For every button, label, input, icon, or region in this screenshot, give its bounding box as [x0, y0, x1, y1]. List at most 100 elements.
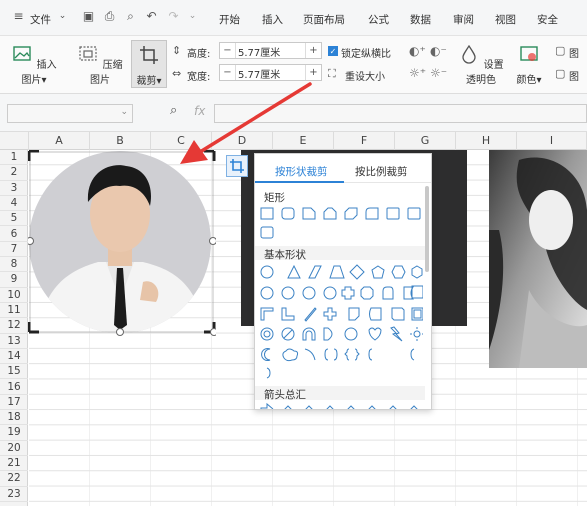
print-icon[interactable]: ⎙: [103, 10, 116, 23]
crop-shape-popup: 按形状裁剪 按比例裁剪 矩形 基本形状 箭头总汇: [254, 153, 432, 410]
shape-rounded-rect[interactable]: [281, 207, 295, 220]
tab-security[interactable]: 安全: [537, 12, 558, 27]
row-header[interactable]: 22: [0, 471, 28, 487]
tab-view[interactable]: 视图: [495, 12, 516, 27]
row-header[interactable]: 18: [0, 410, 28, 426]
row-header[interactable]: 7: [0, 242, 28, 258]
chevron-down-icon[interactable]: ⌄: [56, 10, 69, 23]
column-header[interactable]: H: [456, 132, 517, 150]
height-icon: ⇕: [172, 44, 182, 57]
row-header[interactable]: 4: [0, 196, 28, 212]
row-header[interactable]: 14: [0, 349, 28, 365]
shape-rect-c[interactable]: [407, 207, 421, 220]
section-rect-label: 矩形: [264, 192, 285, 204]
popup-scrollbar[interactable]: [425, 186, 429, 272]
tab-start[interactable]: 开始: [219, 12, 240, 27]
picture-effect-icon[interactable]: ▢: [555, 44, 565, 57]
annotation-arrow: [180, 82, 312, 164]
column-header[interactable]: A: [29, 132, 90, 150]
contrast-down-icon[interactable]: ◐⁻: [430, 44, 447, 58]
row-header[interactable]: 8: [0, 257, 28, 273]
column-header[interactable]: F: [334, 132, 395, 150]
section-basic-label: 基本形状: [264, 249, 306, 261]
height-increase-button[interactable]: +: [305, 43, 321, 58]
tab-data[interactable]: 数据: [410, 12, 431, 27]
select-all-corner[interactable]: [0, 132, 29, 150]
reset-size-icon[interactable]: ⛶: [328, 67, 336, 81]
height-value[interactable]: 5.77厘米: [238, 44, 280, 59]
shape-round-corner[interactable]: [365, 207, 379, 220]
row-header[interactable]: 12: [0, 318, 28, 334]
crop-label: 裁剪: [136, 76, 157, 87]
shape-rect-b[interactable]: [386, 207, 400, 220]
save-icon[interactable]: ▣: [82, 10, 95, 23]
color-label: 颜色: [516, 75, 537, 86]
brightness-down-icon[interactable]: ☼⁻: [430, 66, 447, 80]
row-header[interactable]: 16: [0, 380, 28, 395]
menu-bar: ≡ 文件 ⌄ ▣ ⎙ ⌕ ↶ ↷ ⌄ 开始 插入 页面布局 公式 数据 审阅 视…: [0, 0, 587, 36]
lock-ratio-label: 锁定纵横比: [341, 49, 391, 60]
height-decrease-button[interactable]: −: [220, 43, 236, 58]
row-header[interactable]: 3: [0, 181, 28, 196]
row-header[interactable]: 20: [0, 441, 28, 456]
basic-shapes-grid: [260, 264, 423, 379]
shape-snip-diagonal[interactable]: [344, 207, 358, 220]
color-button[interactable]: 颜色▾: [512, 43, 546, 86]
tab-review[interactable]: 审阅: [453, 12, 474, 27]
file-menu[interactable]: 文件: [30, 12, 51, 27]
row-header[interactable]: 9: [0, 272, 28, 288]
row-header[interactable]: 6: [0, 227, 28, 242]
row-header[interactable]: 21: [0, 456, 28, 472]
reset-size-label[interactable]: 重设大小: [345, 68, 385, 83]
rect-shapes-grid: [260, 207, 421, 239]
shape-snip-two[interactable]: [323, 207, 337, 220]
color-picture-icon: [520, 46, 538, 61]
shape-snip-corner[interactable]: [302, 207, 316, 220]
picture-icon: [13, 46, 32, 61]
name-box-dropdown-icon[interactable]: ⌄: [120, 107, 128, 117]
crop-icon: [140, 46, 158, 64]
row-header[interactable]: 15: [0, 364, 28, 380]
height-label: 高度:: [187, 49, 211, 60]
row-header[interactable]: 19: [0, 425, 28, 441]
name-box[interactable]: ⌄: [7, 104, 133, 123]
print-preview-icon[interactable]: ⌕: [124, 10, 137, 23]
quick-access-more-icon[interactable]: ⌄: [186, 10, 199, 23]
height-stepper[interactable]: − 5.77厘米 +: [219, 42, 322, 59]
set-transparent-button[interactable]: 设置透明色: [454, 43, 508, 86]
lock-ratio-checkbox[interactable]: ✓: [328, 46, 338, 56]
compress-icon: [79, 46, 98, 61]
row-header[interactable]: 13: [0, 334, 28, 349]
tab-insert[interactable]: 插入: [262, 12, 283, 27]
hamburger-icon[interactable]: ≡: [12, 10, 25, 23]
row-header[interactable]: 17: [0, 395, 28, 411]
row-header[interactable]: 1: [0, 150, 28, 166]
contrast-up-icon[interactable]: ◐⁺: [409, 44, 426, 58]
row-header[interactable]: 5: [0, 211, 28, 227]
row-header[interactable]: 2: [0, 165, 28, 181]
insert-picture-button[interactable]: 插入图片▾: [8, 43, 60, 86]
row-header[interactable]: 10: [0, 288, 28, 303]
tab-crop-by-ratio[interactable]: 按比例裁剪: [355, 164, 408, 179]
brightness-up-icon[interactable]: ☼⁺: [409, 66, 426, 80]
redo-icon[interactable]: ↷: [167, 10, 180, 23]
section-arrow-label: 箭头总汇: [264, 389, 306, 401]
tab-formula[interactable]: 公式: [368, 12, 389, 27]
compress-picture-button[interactable]: 压缩图片: [74, 43, 126, 86]
row-header[interactable]: 23: [0, 487, 28, 502]
picture-border-icon[interactable]: ▢: [555, 67, 565, 80]
tab-page-layout[interactable]: 页面布局: [303, 12, 345, 27]
picture-menu-label-2[interactable]: 图: [569, 68, 579, 83]
arrow-shapes-grid: [260, 402, 418, 409]
row-header-column: 1 2 3 4 5 6 7 8 9 10 11 12 13 14 15 16 17 18 19 20 21 22 23: [0, 150, 28, 506]
shape-rect-d[interactable]: [260, 226, 274, 239]
undo-icon[interactable]: ↶: [145, 10, 158, 23]
column-header[interactable]: G: [395, 132, 456, 150]
grayscale-portrait-image[interactable]: [489, 150, 587, 368]
shape-rect[interactable]: [260, 207, 274, 220]
row-header[interactable]: 11: [0, 303, 28, 319]
column-header[interactable]: I: [517, 132, 587, 150]
picture-menu-label-1[interactable]: 图: [569, 45, 579, 60]
transparent-drop-icon: [462, 44, 477, 64]
column-header[interactable]: B: [90, 132, 151, 150]
